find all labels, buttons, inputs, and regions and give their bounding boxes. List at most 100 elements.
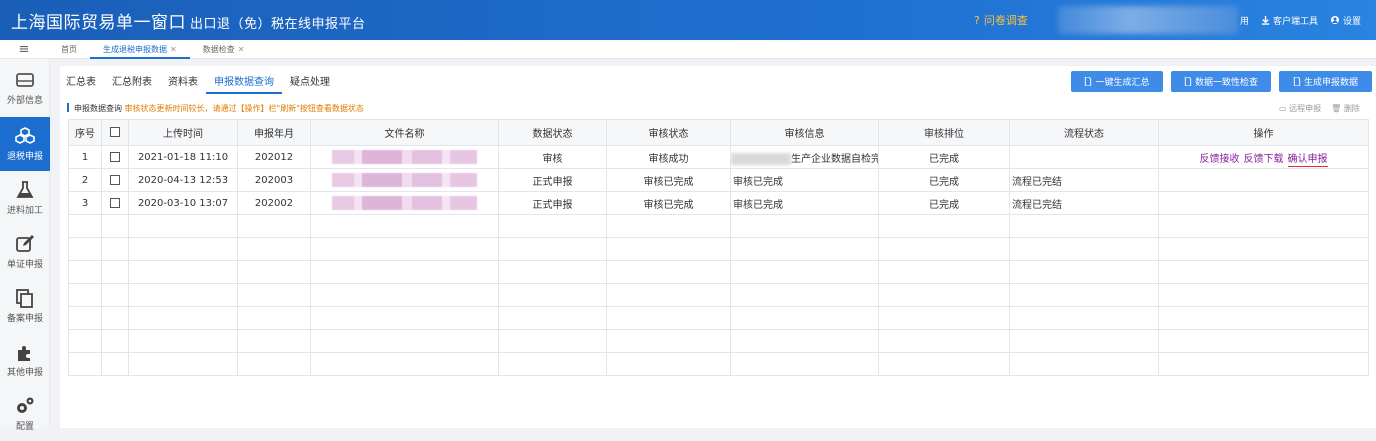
col-header: 流程状态 [1009, 119, 1159, 146]
feedback-download-link[interactable]: 反馈下载 [1244, 154, 1284, 165]
user-link[interactable]: 用 [1240, 14, 1249, 27]
audit-info-text: 生产企业数据自检完 [791, 153, 879, 165]
select-all-checkbox-cell [101, 119, 129, 146]
row-checkbox-cell [101, 168, 129, 192]
notice-warning: 审核状态更新时间较长，请通过【操作】栏"刷新"按钮查看数据状态 [124, 104, 364, 113]
empty-cell [128, 352, 238, 376]
empty-cell [1158, 329, 1369, 353]
sidebar-item-config[interactable]: 配置 [0, 387, 50, 441]
page-tabbar: ≡ 首页 生成退税申报数据 ✕ 数据检查 ✕ [0, 40, 1376, 59]
copy-icon [16, 289, 33, 308]
row-number: 1 [68, 145, 102, 169]
survey-link[interactable]: ? 问卷调查 [974, 12, 1028, 28]
generate-summary-button[interactable]: 一键生成汇总 [1071, 71, 1163, 92]
feedback-receive-link[interactable]: 反馈接收 [1200, 154, 1240, 165]
empty-cell [606, 214, 731, 238]
client-tools-link[interactable]: 客户端工具 [1261, 14, 1318, 27]
generate-summary-label: 一键生成汇总 [1095, 78, 1150, 88]
empty-cell [1009, 283, 1159, 307]
empty-cell [606, 306, 731, 330]
menu-toggle-icon[interactable]: ≡ [0, 42, 48, 57]
download-icon [1261, 15, 1270, 25]
sidebar-item-filing-declare[interactable]: 备案申报 [0, 279, 50, 333]
sidebar-item-document-declare[interactable]: 单证申报 [0, 225, 50, 279]
remote-declare-button[interactable]: ▭ 远程申报 [1279, 103, 1321, 114]
sidebar-label: 退税申报 [6, 152, 43, 162]
empty-cell [310, 260, 499, 284]
table-row[interactable]: 1 2021-01-18 11:10 202012 审核 审核成功 生产企业数据… [68, 145, 1369, 169]
edit-icon [16, 235, 34, 252]
tab-data-check[interactable]: 数据检查 ✕ [190, 40, 258, 59]
sidebar-item-external-info[interactable]: 外部信息 [0, 61, 50, 115]
table-tools: ▭ 远程申报 🗑 删除 [1279, 103, 1360, 114]
empty-cell [310, 214, 499, 238]
row-checkbox[interactable] [110, 151, 120, 162]
tab-home[interactable]: 首页 [48, 40, 90, 59]
subtab-doubt-handling[interactable]: 疑点处理 [282, 74, 338, 94]
sidebar-item-other-declare[interactable]: 其他申报 [0, 333, 50, 387]
notice-accent [67, 103, 69, 112]
confirm-declare-link[interactable]: 确认申报 [1287, 153, 1328, 167]
delete-button[interactable]: 🗑 删除 [1331, 103, 1360, 114]
empty-cell [878, 214, 1010, 238]
row-checkbox[interactable] [110, 197, 120, 208]
sidebar-label: 外部信息 [6, 96, 43, 106]
col-header: 数据状态 [498, 119, 607, 146]
table-row[interactable]: 3 2020-03-10 13:07 202002 正式申报 审核已完成 审核已… [68, 191, 1369, 215]
settings-link[interactable]: 设置 [1330, 14, 1361, 27]
action-buttons: 一键生成汇总 数据一致性检查 生成申报数据 [1071, 71, 1372, 92]
empty-cell [101, 260, 129, 284]
col-header: 序号 [68, 119, 102, 146]
empty-cell [68, 214, 102, 238]
subtab-summary[interactable]: 汇总表 [66, 74, 104, 94]
row-checkbox[interactable] [110, 174, 120, 185]
settings-label: 设置 [1343, 16, 1362, 27]
empty-cell [101, 329, 129, 353]
sidebar: 外部信息 退税申报 进料加工 单证申报 备案申报 其他申报 配置 [0, 59, 50, 432]
consistency-check-button[interactable]: 数据一致性检查 [1171, 71, 1271, 92]
empty-cell [1009, 237, 1159, 261]
table-row[interactable]: 2 2020-04-13 12:53 202003 正式申报 审核已完成 审核已… [68, 168, 1369, 192]
empty-cell [68, 283, 102, 307]
empty-cell [237, 214, 311, 238]
empty-cell [1009, 214, 1159, 238]
trash-icon: 🗑 [1331, 104, 1342, 113]
select-all-checkbox[interactable] [110, 127, 120, 137]
app-subtitle: 出口退（免）税在线申报平台 [190, 16, 366, 32]
empty-cell [68, 237, 102, 261]
sidebar-label: 单证申报 [6, 260, 43, 270]
empty-cell [498, 306, 607, 330]
empty-cell [606, 352, 731, 376]
audit-rank: 已完成 [878, 168, 1010, 192]
audit-status: 审核成功 [606, 145, 731, 169]
sidebar-item-refund-declare[interactable]: 退税申报 [0, 117, 50, 171]
tab-generate-refund[interactable]: 生成退税申报数据 ✕ [90, 40, 190, 59]
empty-cell [730, 283, 879, 307]
main-panel: 汇总表 汇总附表 资料表 申报数据查询 疑点处理 一键生成汇总 数据一致性检查 … [60, 66, 1376, 428]
col-header: 审核状态 [606, 119, 731, 146]
empty-cell [310, 352, 499, 376]
row-operations: 反馈接收 反馈下载 确认申报 [1158, 145, 1369, 169]
subtab-declare-query[interactable]: 申报数据查询 [206, 74, 282, 94]
flask-icon [16, 181, 34, 198]
sidebar-label: 配置 [15, 422, 34, 432]
subtab-materials[interactable]: 资料表 [160, 74, 206, 94]
redacted-file-name [332, 150, 477, 164]
sidebar-item-processing[interactable]: 进料加工 [0, 171, 50, 225]
subtab-summary-attach[interactable]: 汇总附表 [104, 74, 160, 94]
app-title-main: 上海国际贸易单一窗口 [11, 12, 186, 33]
close-icon[interactable]: ✕ [170, 45, 177, 54]
empty-cell [606, 260, 731, 284]
close-icon[interactable]: ✕ [238, 45, 245, 54]
generate-declare-button[interactable]: 生成申报数据 [1279, 71, 1372, 92]
redacted-file-name [332, 196, 477, 210]
empty-cell [878, 329, 1010, 353]
upload-time: 2020-04-13 12:53 [128, 168, 238, 192]
empty-cell [237, 283, 311, 307]
file-name [310, 191, 499, 215]
redacted-file-name [332, 173, 477, 187]
tab-data-check-label: 数据检查 [202, 44, 235, 54]
user-link-label: 用 [1240, 16, 1250, 27]
empty-cell [878, 306, 1010, 330]
col-header: 上传时间 [128, 119, 238, 146]
